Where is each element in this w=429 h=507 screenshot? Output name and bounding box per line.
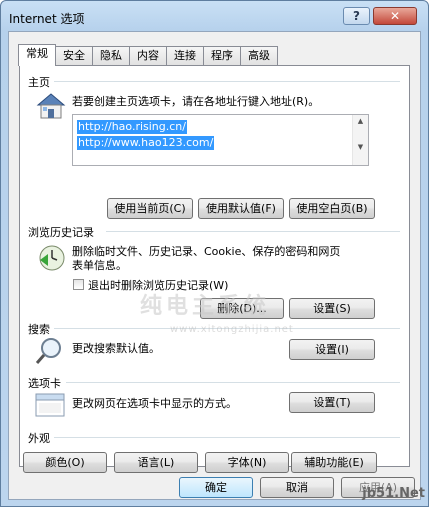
- home-address-textarea[interactable]: http://hao.rising.cn/ http://www.hao123.…: [72, 114, 369, 166]
- use-default-button[interactable]: 使用默认值(F): [198, 198, 284, 219]
- search-description: 更改搜索默认值。: [72, 342, 160, 355]
- textarea-scrollbar[interactable]: ▲ ▼: [352, 115, 368, 165]
- home-section-title: 主页: [28, 76, 50, 89]
- scroll-down-icon[interactable]: ▼: [353, 141, 368, 153]
- tab-strip: 常规 安全 隐私 内容 连接 程序 高级: [18, 44, 278, 66]
- search-section-title: 搜索: [28, 323, 50, 336]
- tab-programs[interactable]: 程序: [203, 46, 241, 65]
- history-clock-icon: [39, 245, 65, 271]
- tab-content[interactable]: 内容: [129, 46, 167, 65]
- use-current-button[interactable]: 使用当前页(C): [107, 198, 193, 219]
- dialog-body: 常规 安全 隐私 内容 连接 程序 高级 主页 若要创建主页选项卡，请在各地址行…: [8, 31, 421, 500]
- delete-on-exit-checkbox[interactable]: [73, 279, 84, 290]
- history-description-2: 表单信息。: [72, 259, 127, 272]
- tab-general[interactable]: 常规: [18, 44, 56, 66]
- scroll-up-icon[interactable]: ▲: [353, 115, 368, 127]
- close-button[interactable]: ✕: [373, 7, 417, 25]
- divider: [54, 437, 400, 438]
- magnifier-icon: [35, 338, 61, 364]
- general-panel: 主页 若要创建主页选项卡，请在各地址行键入地址(R)。 http://hao.r…: [19, 65, 410, 473]
- home-description: 若要创建主页选项卡，请在各地址行键入地址(R)。: [72, 95, 320, 108]
- divider: [106, 231, 400, 232]
- divider: [54, 81, 400, 82]
- home-url-2: http://www.hao123.com/: [77, 136, 215, 150]
- tab-privacy[interactable]: 隐私: [92, 46, 130, 65]
- accessibility-button[interactable]: 辅助功能(E): [291, 452, 377, 473]
- divider: [66, 382, 400, 383]
- home-url-1: http://hao.rising.cn/: [77, 120, 187, 134]
- colors-button[interactable]: 颜色(O): [23, 452, 107, 473]
- use-blank-button[interactable]: 使用空白页(B): [289, 198, 375, 219]
- tabs-icon: [35, 393, 65, 417]
- watermark-sub: www.xitongzhijia.net: [170, 324, 294, 335]
- ok-button[interactable]: 确定: [179, 477, 253, 498]
- tabs-settings-button[interactable]: 设置(T): [289, 392, 375, 413]
- help-button[interactable]: ?: [343, 7, 370, 25]
- window-title: Internet 选项: [9, 12, 85, 26]
- watermark-main: 纯电主系统: [140, 294, 271, 319]
- house-icon: [36, 93, 66, 119]
- tabs-description: 更改网页在选项卡中显示的方式。: [72, 397, 237, 410]
- cancel-button[interactable]: 取消: [260, 477, 334, 498]
- dialog-window: Internet 选项 ? ✕ 常规 安全 隐私 内容 连接 程序 高级 主页 …: [0, 0, 429, 507]
- tabs-section-title: 选项卡: [28, 377, 61, 390]
- tab-connections[interactable]: 连接: [166, 46, 204, 65]
- history-settings-button[interactable]: 设置(S): [289, 298, 375, 319]
- tab-security[interactable]: 安全: [55, 46, 93, 65]
- corner-watermark: jb51.Net: [362, 486, 425, 501]
- history-section-title: 浏览历史记录: [28, 226, 94, 239]
- appearance-section-title: 外观: [28, 432, 50, 445]
- fonts-button[interactable]: 字体(N): [205, 452, 289, 473]
- tab-advanced[interactable]: 高级: [240, 46, 278, 65]
- languages-button[interactable]: 语言(L): [114, 452, 198, 473]
- search-settings-button[interactable]: 设置(I): [289, 339, 375, 360]
